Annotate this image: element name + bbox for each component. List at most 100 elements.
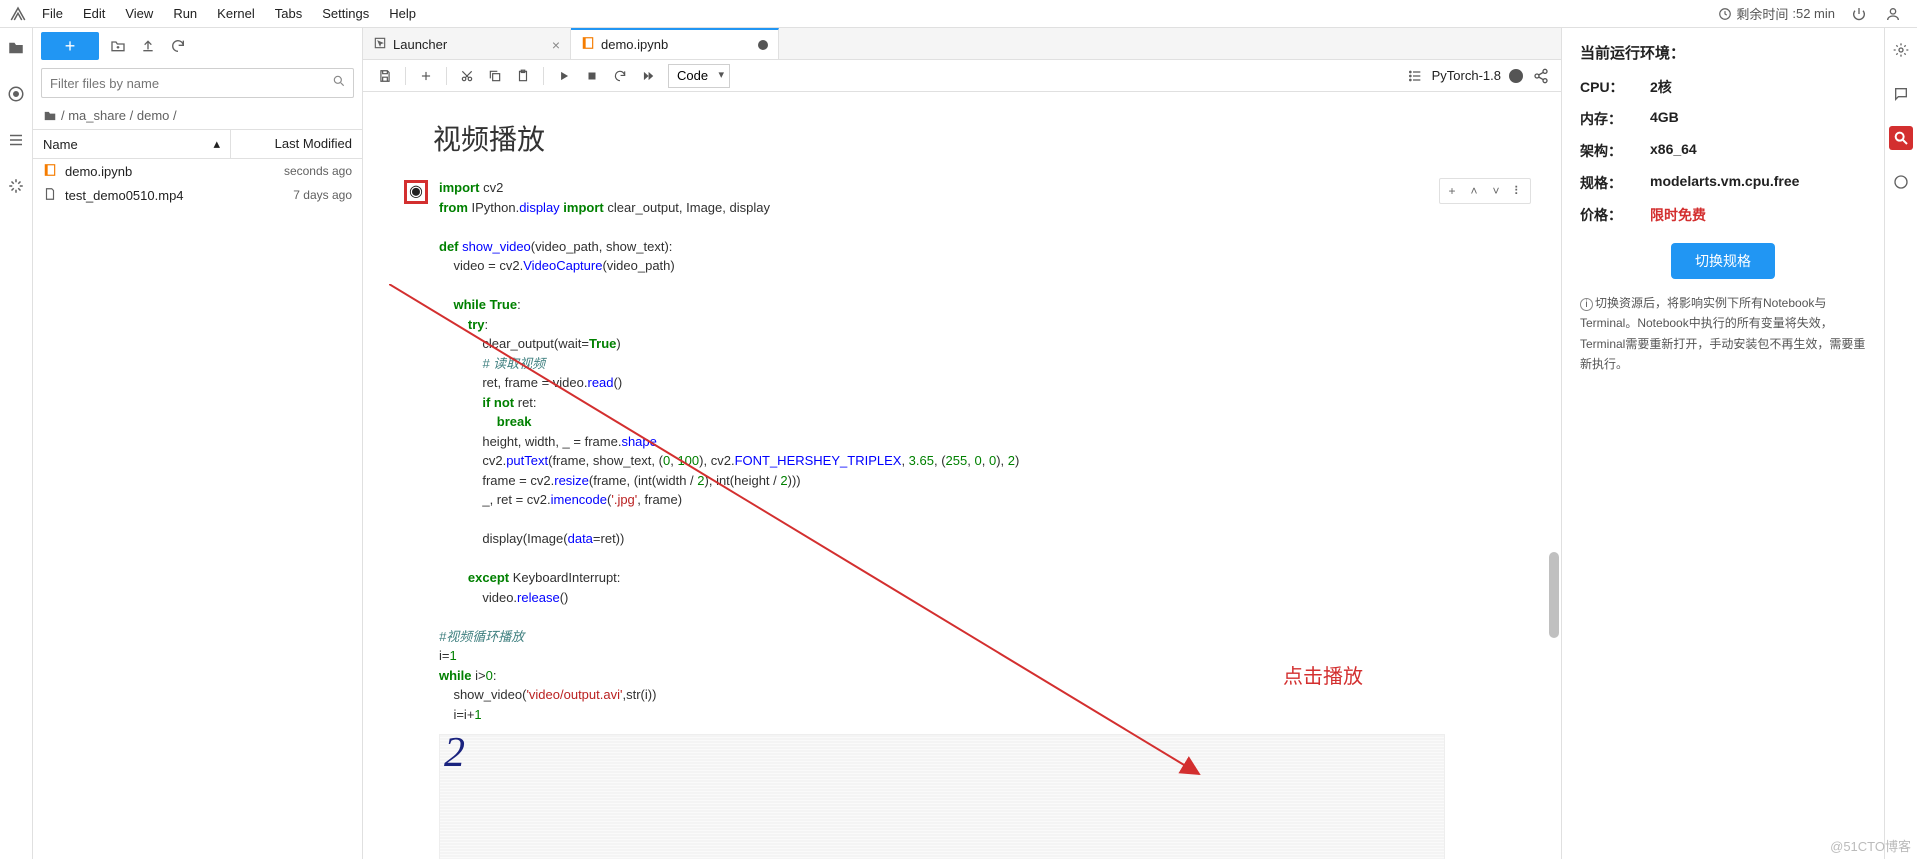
center-area: Launcher × demo.ipynb Code PyTorch-1.8 — [363, 28, 1562, 859]
env-panel-title: 当前运行环境： — [1580, 42, 1866, 63]
share-icon[interactable] — [1531, 66, 1551, 86]
paste-icon[interactable] — [511, 64, 535, 88]
env-row-value: 2核 — [1650, 77, 1672, 97]
menu-view[interactable]: View — [115, 2, 163, 25]
notebook-icon — [581, 36, 595, 53]
environment-panel: 当前运行环境： CPU：2核内存：4GB架构：x86_64规格：modelart… — [1562, 28, 1884, 859]
add-cell-icon[interactable] — [414, 64, 438, 88]
code-cell[interactable]: ◉ import cv2from IPython.display import … — [393, 178, 1531, 724]
upload-icon[interactable] — [137, 35, 159, 57]
activity-running[interactable] — [4, 82, 28, 106]
copy-icon[interactable] — [483, 64, 507, 88]
right-search-icon[interactable] — [1889, 126, 1913, 150]
cell-down-icon[interactable]: ˅ — [1486, 181, 1506, 201]
right-settings-icon[interactable] — [1889, 38, 1913, 62]
env-row-value: 限时免费 — [1650, 205, 1706, 225]
remaining-time: 剩余时间:52 min — [1718, 4, 1835, 23]
run-cell-button[interactable]: ◉ — [404, 180, 428, 204]
close-icon[interactable]: × — [552, 37, 560, 53]
cut-icon[interactable] — [455, 64, 479, 88]
top-menubar: FileEditViewRunKernelTabsSettingsHelp 剩余… — [0, 0, 1917, 28]
file-list: demo.ipynbseconds agotest_demo0510.mp47 … — [33, 159, 362, 859]
menu-kernel[interactable]: Kernel — [207, 2, 265, 25]
switch-spec-button[interactable]: 切换规格 — [1671, 243, 1775, 279]
markdown-title: 视频播放 — [433, 118, 1531, 158]
tab-bar: Launcher × demo.ipynb — [363, 28, 1561, 60]
launcher-icon — [373, 36, 387, 53]
tab-label: demo.ipynb — [601, 37, 668, 52]
restart-icon[interactable] — [608, 64, 632, 88]
toc-icon[interactable] — [1406, 67, 1424, 85]
file-name: demo.ipynb — [65, 164, 230, 179]
env-row: 规格：modelarts.vm.cpu.free — [1580, 173, 1866, 193]
file-name: test_demo0510.mp4 — [65, 188, 230, 203]
file-header-modified[interactable]: Last Modified — [230, 130, 362, 158]
env-row-label: 内存： — [1580, 109, 1650, 129]
sort-asc-icon: ▴ — [213, 136, 220, 152]
menu-run[interactable]: Run — [163, 2, 207, 25]
menu-tabs[interactable]: Tabs — [265, 2, 312, 25]
env-row: 内存：4GB — [1580, 109, 1866, 129]
tab-Launcher[interactable]: Launcher × — [363, 28, 571, 59]
clock-icon — [1718, 7, 1732, 21]
stop-icon[interactable] — [580, 64, 604, 88]
activity-extensions[interactable] — [4, 174, 28, 198]
new-launcher-button[interactable]: + — [41, 32, 99, 60]
notebook-body[interactable]: 视频播放 ◉ import cv2from IPython.display im… — [363, 92, 1561, 859]
env-row-label: 架构： — [1580, 141, 1650, 161]
menu-edit[interactable]: Edit — [73, 2, 115, 25]
tab-label: Launcher — [393, 37, 447, 52]
user-icon[interactable] — [1883, 4, 1903, 24]
env-row-label: 规格： — [1580, 173, 1650, 193]
cell-type-select[interactable]: Code — [668, 64, 730, 88]
activity-toc[interactable] — [4, 128, 28, 152]
menu-settings[interactable]: Settings — [312, 2, 379, 25]
right-activity-bar — [1884, 28, 1917, 859]
file-toolbar: + — [33, 28, 362, 64]
cell-more-icon[interactable]: ⠇ — [1508, 181, 1528, 201]
cell-add-icon[interactable]: + — [1442, 181, 1462, 201]
env-row-label: CPU： — [1580, 77, 1650, 97]
cell-up-icon[interactable]: ˄ — [1464, 181, 1484, 201]
tab-demo-ipynb[interactable]: demo.ipynb — [571, 28, 779, 59]
notebook-icon — [43, 163, 59, 179]
activity-bar — [0, 28, 33, 859]
folder-icon — [43, 109, 57, 123]
filter-files-input[interactable] — [41, 68, 354, 98]
env-row-label: 价格： — [1580, 205, 1650, 225]
cell-toolbar: + ˄ ˅ ⠇ — [1439, 178, 1531, 204]
env-row: CPU：2核 — [1580, 77, 1866, 97]
kernel-status-icon[interactable] — [1509, 69, 1523, 83]
menu-help[interactable]: Help — [379, 2, 426, 25]
busy-icon: ◉ — [409, 184, 423, 200]
file-modified: 7 days ago — [230, 188, 352, 202]
notebook-scrollbar[interactable] — [1547, 92, 1559, 859]
env-row-value: 4GB — [1650, 109, 1679, 129]
output-number: 2 — [444, 734, 465, 777]
run-all-icon[interactable] — [636, 64, 660, 88]
dirty-dot-icon — [758, 40, 768, 50]
power-icon[interactable] — [1849, 4, 1869, 24]
menu-file[interactable]: File — [32, 2, 73, 25]
refresh-icon[interactable] — [167, 35, 189, 57]
file-row[interactable]: test_demo0510.mp47 days ago — [33, 183, 362, 207]
breadcrumb[interactable]: / ma_share / demo / — [33, 102, 362, 129]
file-header-name[interactable]: Name ▴ — [33, 130, 230, 158]
env-row-value: modelarts.vm.cpu.free — [1650, 173, 1799, 193]
run-icon[interactable] — [552, 64, 576, 88]
env-row: 架构：x86_64 — [1580, 141, 1866, 161]
search-icon — [332, 74, 346, 91]
cell-output: 2 — [439, 734, 1531, 859]
right-chat-icon[interactable] — [1889, 82, 1913, 106]
app-logo-icon — [8, 4, 28, 24]
file-row[interactable]: demo.ipynbseconds ago — [33, 159, 362, 183]
code-content[interactable]: import cv2from IPython.display import cl… — [439, 178, 1531, 724]
kernel-name[interactable]: PyTorch-1.8 — [1432, 68, 1501, 83]
new-folder-icon[interactable] — [107, 35, 129, 57]
notebook-toolbar: Code PyTorch-1.8 — [363, 60, 1561, 92]
env-note: i切换资源后，将影响实例下所有Notebook与Terminal。Noteboo… — [1580, 293, 1866, 375]
activity-files[interactable] — [4, 36, 28, 60]
right-help-icon[interactable] — [1889, 170, 1913, 194]
file-browser-panel: + / ma_share / demo / — [33, 28, 363, 859]
save-icon[interactable] — [373, 64, 397, 88]
